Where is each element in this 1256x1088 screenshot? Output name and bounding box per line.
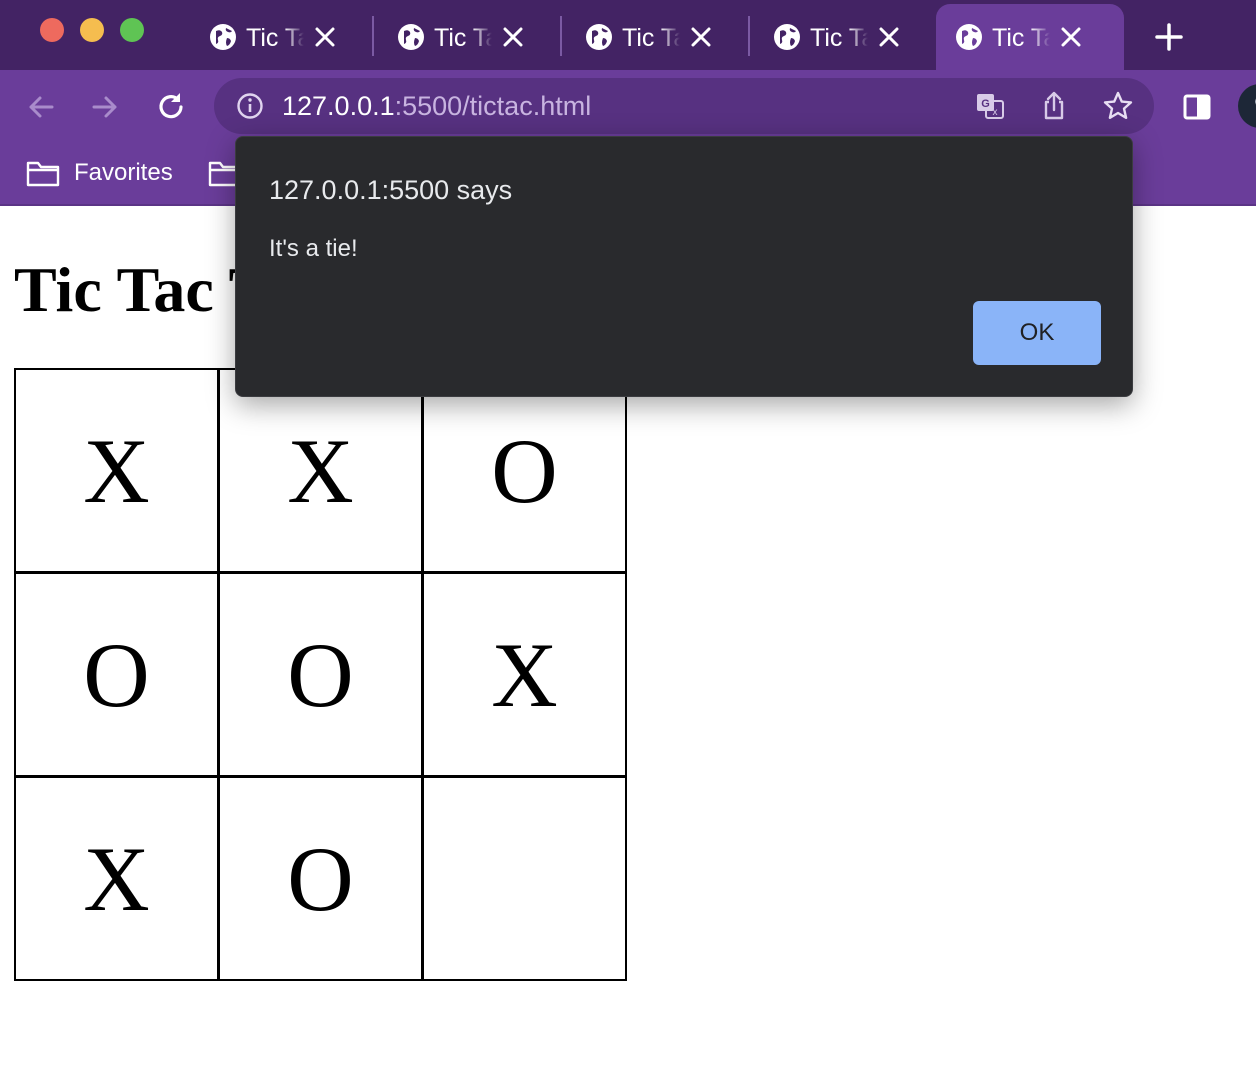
tab-separator [372,16,374,56]
translate-icon[interactable]: Gx [974,90,1006,122]
tab[interactable]: Tic Tac Toe [378,4,566,70]
svg-text:x: x [993,107,998,118]
tab-title: Tic Tac Toe [992,24,1050,52]
maximize-window-button[interactable] [120,18,144,42]
side-panel-icon[interactable] [1182,92,1212,122]
profile-avatar[interactable] [1238,84,1256,128]
globe-icon [774,24,800,50]
tab[interactable]: Tic Tac Toe [190,4,378,70]
url-text[interactable]: 127.0.0.1:5500/tictac.html [282,88,591,124]
tab[interactable]: Tic Tac Toe [566,4,754,70]
info-icon[interactable] [236,92,264,120]
folder-icon [26,161,60,187]
tab-title: Tic Tac Toe [246,24,304,52]
board-cell-1[interactable]: X [14,368,219,573]
close-icon[interactable] [500,24,526,50]
tab-separator [560,16,562,56]
close-window-button[interactable] [40,18,64,42]
plus-icon[interactable] [1152,20,1186,54]
board-cell-3[interactable]: O [422,368,627,573]
globe-icon [586,24,612,50]
board-cell-6[interactable]: X [422,572,627,777]
star-icon[interactable] [1102,90,1134,122]
tab-title: Tic Tac Toe [434,24,492,52]
alert-dialog: 127.0.0.1:5500 says It's a tie! OK [235,136,1133,397]
globe-icon [956,24,982,50]
board-cell-4[interactable]: O [14,572,219,777]
globe-icon [210,24,236,50]
game-board: X X O O O X X O [14,368,627,981]
svg-text:G: G [981,98,990,110]
tab-separator [748,16,750,56]
back-arrow-icon[interactable] [24,90,58,124]
tab-title: Tic Tac Toe [622,24,680,52]
close-icon[interactable] [876,24,902,50]
board-cell-7[interactable]: X [14,776,219,981]
board-cell-9[interactable] [422,776,627,981]
board-cell-2[interactable]: X [218,368,423,573]
close-icon[interactable] [1058,24,1084,50]
tab-strip: Tic Tac Toe Tic Tac Toe Tic Tac Toe Tic … [0,0,1256,70]
tab[interactable]: Tic Tac Toe [754,4,942,70]
close-icon[interactable] [312,24,338,50]
bookmark-folder-favorites[interactable]: Favorites [26,156,173,190]
reload-icon[interactable] [154,90,188,124]
tab-active[interactable]: Tic Tac Toe [936,4,1124,70]
bookmark-label: Favorites [74,159,173,186]
minimize-window-button[interactable] [80,18,104,42]
address-bar[interactable]: 127.0.0.1:5500/tictac.html Gx [214,78,1154,134]
dialog-message: It's a tie! [269,235,358,262]
browser-toolbar: 127.0.0.1:5500/tictac.html Gx [0,70,1256,142]
url-path: :5500/tictac.html [394,91,592,121]
dialog-title: 127.0.0.1:5500 says [269,175,513,205]
url-host: 127.0.0.1 [282,91,395,121]
forward-arrow-icon[interactable] [88,90,122,124]
ok-button[interactable]: OK [973,301,1101,365]
board-cell-8[interactable]: O [218,776,423,981]
close-icon[interactable] [688,24,714,50]
globe-icon [398,24,424,50]
tab-title: Tic Tac Toe [810,24,868,52]
share-icon[interactable] [1038,90,1070,122]
board-cell-5[interactable]: O [218,572,423,777]
